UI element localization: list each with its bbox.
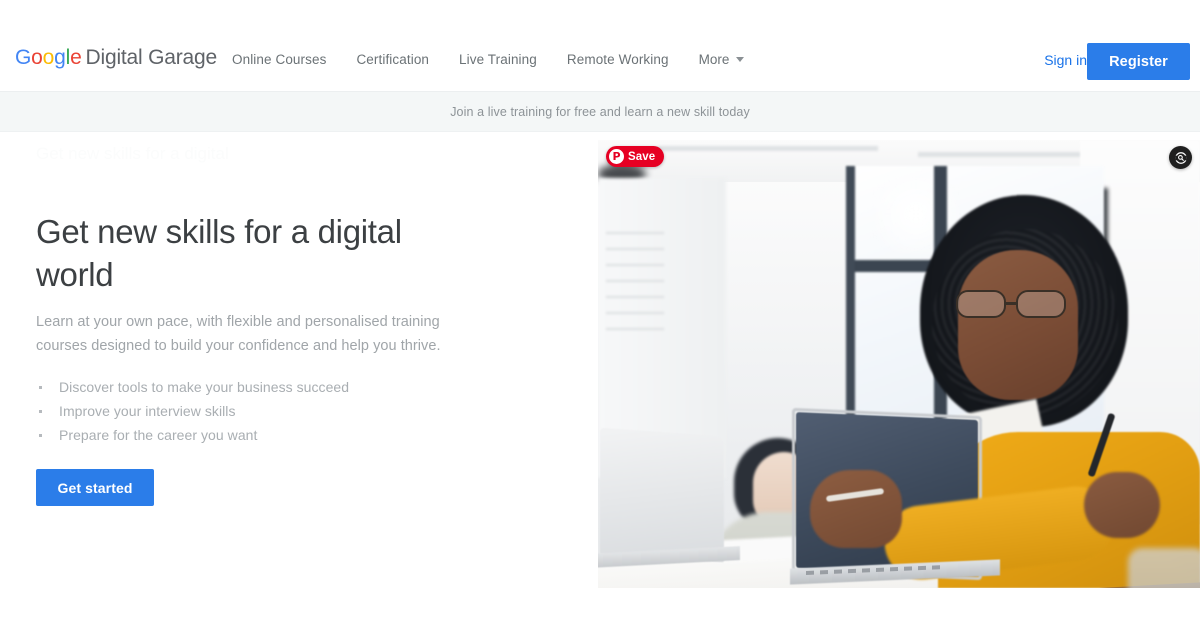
shelf-lines: [606, 232, 664, 382]
pinterest-save-button[interactable]: P Save: [606, 146, 665, 167]
nav-more-label: More: [698, 52, 730, 67]
chevron-down-icon: [736, 57, 745, 62]
hero-content: Get new skills for a digital Get new ski…: [0, 132, 598, 628]
person-front-hand-left: [810, 470, 902, 548]
get-started-button[interactable]: Get started: [36, 469, 154, 506]
person-front-hand-right: [1084, 472, 1160, 538]
logo-letter-e: e: [70, 46, 82, 69]
laptop-left-screen: [600, 427, 724, 563]
list-item: Prepare for the career you want: [36, 423, 476, 447]
nav-item-online-courses[interactable]: Online Courses: [232, 52, 326, 67]
nav-item-certification[interactable]: Certification: [356, 52, 429, 67]
lens-icon: [1174, 151, 1187, 164]
eyeglasses-icon: [954, 290, 1082, 320]
brand-logo[interactable]: Google Digital Garage: [15, 47, 217, 68]
ceiling-beam: [658, 146, 878, 151]
hero-benefit-list: Discover tools to make your business suc…: [36, 375, 476, 447]
promo-banner-text[interactable]: Join a live training for free and learn …: [450, 105, 750, 119]
logo-letter-o2: o: [42, 46, 55, 69]
person-front-face: [958, 250, 1078, 400]
page-title: Get new skills for a digital world: [36, 213, 402, 293]
hero-ghost-text: Get new skills for a digital: [36, 144, 229, 163]
nav-item-more[interactable]: More: [699, 52, 745, 67]
logo-letter-o1: o: [31, 46, 43, 69]
hero-photo: [598, 140, 1200, 588]
chair: [1128, 548, 1200, 588]
hero-subheading: Learn at your own pace, with flexible an…: [36, 314, 441, 354]
list-item: Discover tools to make your business suc…: [36, 375, 476, 399]
hero-image: P Save: [598, 140, 1200, 588]
promo-banner: Join a live training for free and learn …: [0, 92, 1200, 132]
logo-letter-g2: g: [54, 46, 66, 69]
list-item: Improve your interview skills: [36, 399, 476, 423]
pinterest-save-label: Save: [628, 150, 656, 163]
nav-item-live-training[interactable]: Live Training: [459, 52, 537, 67]
sign-in-link[interactable]: Sign in: [1044, 52, 1087, 68]
main-navigation: Online Courses Certification Live Traini…: [232, 52, 745, 67]
visual-search-button[interactable]: [1169, 146, 1192, 169]
logo-letter-g1: G: [15, 46, 32, 69]
brand-suffix: Digital Garage: [85, 46, 218, 69]
nav-item-remote-working[interactable]: Remote Working: [567, 52, 669, 67]
site-header: Google Digital Garage Online Courses Cert…: [0, 0, 1200, 92]
pinterest-icon: P: [609, 149, 624, 164]
register-button[interactable]: Register: [1087, 43, 1190, 80]
